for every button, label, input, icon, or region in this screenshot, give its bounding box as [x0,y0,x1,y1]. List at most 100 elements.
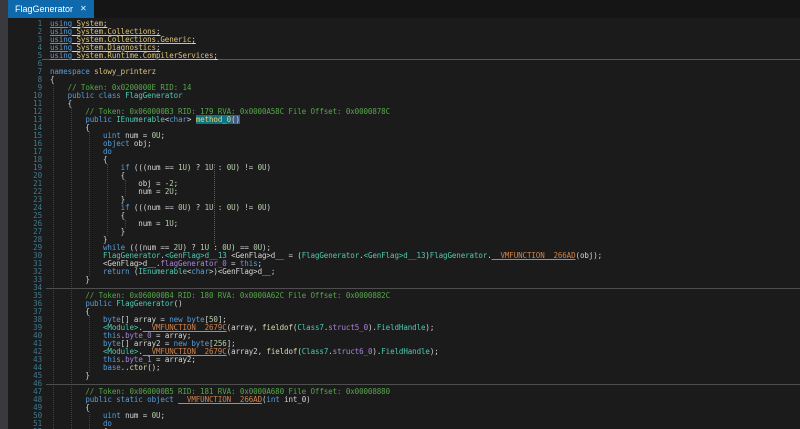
line-number: 49 [33,403,42,412]
token-vm: __VMFUNCTION__266AD [491,251,576,260]
code-text: this.byte_1 = array2; [50,356,800,364]
token-pln: obj; [129,139,152,148]
code-text: if (((num == 1U) ? 1U : 0U) != 0U) [50,164,800,172]
code-text: using System.Runtime.CompilerServices; [50,52,800,60]
code-text: } [50,228,800,236]
line-number: 17 [33,147,42,156]
token-pln: (array2, [226,347,267,356]
line-number: 20 [33,171,42,180]
token-type: FlagGenerator [116,299,174,308]
code-text: public class FlagGenerator [50,92,800,100]
line-number: 38 [33,315,42,324]
token-pln: > [186,115,196,124]
code-line: 45 } [8,372,800,380]
code-line: 17 do [8,148,800,156]
tab-title: FlagGenerator [15,4,74,14]
code-text: } [50,372,800,380]
code-text: public FlagGenerator() [50,300,800,308]
token-vm: __VMFUNCTION__266AD [178,395,262,404]
token-fld: struct5_0 [328,323,368,332]
code-text: base..ctor(); [50,364,800,372]
line-number: 21 [33,179,42,188]
line-number: 30 [33,251,42,260]
line-number: 11 [33,99,42,108]
token-pln: (((num == [129,203,179,212]
token-pln: ) != [235,203,258,212]
code-lines: 1 using System; 2 using System.Collections;… [8,20,800,429]
line-number: 2 [37,27,43,36]
code-text: uint num = 0U; [50,412,800,420]
code-line: 10 public class FlagGenerator [8,92,800,100]
token-pln: .. [120,363,130,372]
code-text: uint num = 0U; [50,132,800,140]
token-type: FieldHandle [376,323,426,332]
token-num: 2U [164,187,174,196]
code-text: public IEnumerable<char> method_0() [50,115,800,124]
token-pln: ; [191,35,196,44]
left-splitter[interactable] [0,0,8,429]
code-text: using System; [50,20,800,28]
line-number: 16 [33,139,42,148]
token-type: IEnumerable [138,267,187,276]
token-num: 0U [226,163,236,172]
token-kw: char [191,267,210,276]
token-meth: fieldof [261,323,293,332]
token-pln: ; [213,51,218,60]
tab-flaggenerator[interactable]: FlagGenerator ✕ [8,0,94,18]
token-pln: ; [173,187,179,196]
line-number: 24 [33,203,42,212]
code-text: num = 2U; [50,188,800,196]
token-kw: static [116,395,143,404]
line-number: 25 [33,211,42,220]
line-number: 12 [33,107,42,116]
token-type: FlagGenerator [429,251,488,260]
code-text: object obj; [50,140,800,148]
code-editor[interactable]: 1 using System; 2 using System.Collections;… [8,18,800,429]
line-number: 33 [33,275,42,284]
token-pln: ) != [235,163,258,172]
code-line: 19 if (((num == 1U) ? 1U : 0U) != 0U) [8,164,800,172]
token-type: Class7 [301,347,329,356]
code-line: 27 } [8,228,800,236]
token-pln: >)<GenFlag>d__; [209,267,276,276]
token-pln: : [213,163,227,172]
line-number: 28 [33,235,42,244]
token-type: FlagGenerator [301,251,360,260]
token-type: Class7 [297,323,324,332]
token-kw: using [50,51,73,60]
code-line: 36 public FlagGenerator() [8,300,800,308]
line-number: 26 [33,219,42,228]
token-kw: return [103,267,130,276]
line-number: 15 [33,131,42,140]
line-number: 36 [33,299,42,308]
token-pln: ) ? [186,203,205,212]
line-number: 8 [37,75,43,84]
token-kw: namespace [50,67,90,76]
token-kw: class [98,91,121,100]
code-line: 44 base..ctor(); [8,364,800,372]
code-line: 32 return (IEnumerable<char>)<GenFlag>d_… [8,268,800,276]
line-number: 23 [33,195,42,204]
token-pln: ; [160,411,165,420]
tab-close-icon[interactable]: ✕ [80,5,87,13]
code-line: 5 using System.Runtime.CompilerServices; [8,52,800,60]
token-pln: ) ? [186,163,205,172]
code-text: namespace slowy_printerz [50,68,800,76]
token-num: 0U [178,203,187,212]
code-text: using System.Collections.Generic; [50,36,800,44]
code-line: 51 do [8,420,800,428]
token-type: FlagGenerator [125,91,183,100]
line-number: 27 [33,227,42,236]
line-number: 29 [33,243,42,252]
token-pln: (array, [226,323,262,332]
code-text: if (((num == 0U) ? 1U : 0U) != 0U) [50,204,800,212]
token-pln: int_0) [279,395,311,404]
token-ns: slowy_printerz [94,67,156,76]
line-number: 46 [33,379,42,388]
line-number: 44 [33,363,42,372]
token-pln: (); [147,363,161,372]
line-number: 43 [33,355,42,364]
line-number: 18 [33,155,42,164]
token-type: <GenFlag>d__13 [363,251,426,260]
line-number: 14 [33,123,42,132]
